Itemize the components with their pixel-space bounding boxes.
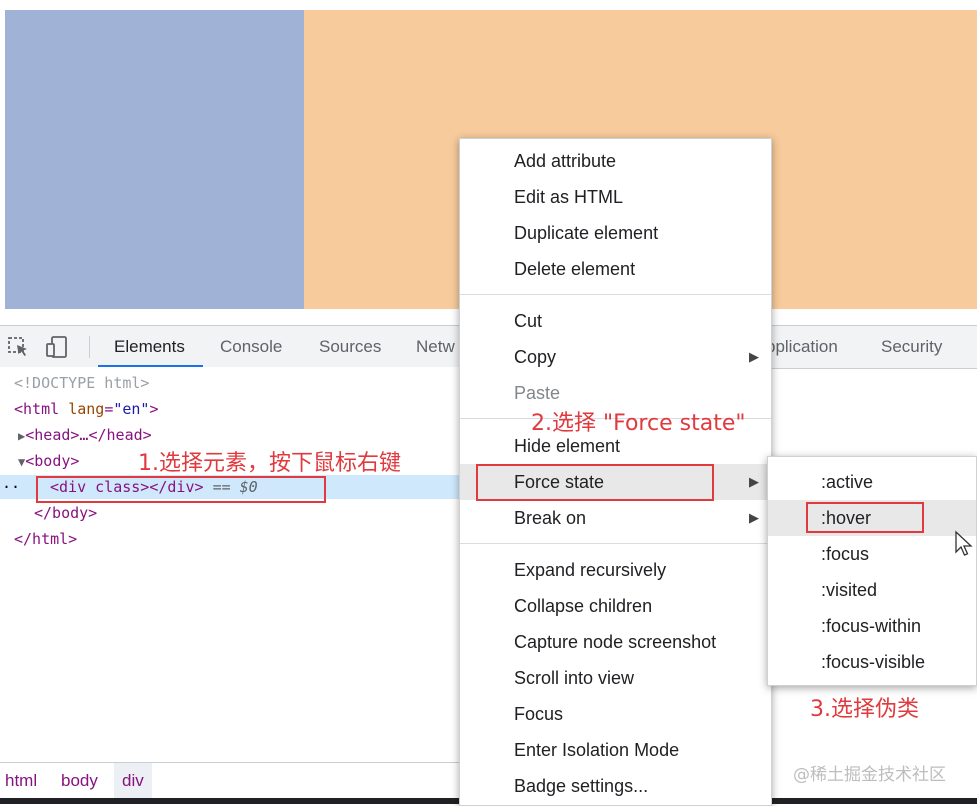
html-lang-attr: lang xyxy=(68,400,105,418)
watermark: @稀土掘金技术社区 xyxy=(793,765,946,785)
menu-item-focus[interactable]: Focus xyxy=(460,696,771,732)
menu-item-cut[interactable]: Cut xyxy=(460,303,771,339)
html-open-line[interactable]: <html lang="en"> xyxy=(14,398,159,420)
mouse-cursor-icon xyxy=(954,530,974,562)
menu-item-edit-as-html[interactable]: Edit as HTML xyxy=(460,179,771,215)
doctype-line[interactable]: <!DOCTYPE html> xyxy=(14,372,149,394)
inspect-element-icon[interactable] xyxy=(6,335,30,359)
tab-elements[interactable]: Elements xyxy=(114,326,185,368)
menu-item-copy[interactable]: Copy ▶ xyxy=(460,339,771,375)
annotation-step-2: 2.选择 "Force state" xyxy=(531,411,746,436)
submenu-item-focus[interactable]: :focus xyxy=(768,536,976,572)
html-open-tag: <html xyxy=(14,400,60,418)
body-open-tag: <body> xyxy=(25,452,80,470)
submenu-item-visited[interactable]: :visited xyxy=(768,572,976,608)
menu-item-break-on-label: Break on xyxy=(514,508,587,528)
breadcrumb-div[interactable]: div xyxy=(114,763,152,799)
menu-item-delete-element[interactable]: Delete element xyxy=(460,251,771,287)
tab-sources[interactable]: Sources xyxy=(319,326,381,368)
device-toolbar-icon[interactable] xyxy=(45,335,69,359)
html-lang-value: "en" xyxy=(113,400,150,418)
menu-item-scroll-into-view[interactable]: Scroll into view xyxy=(460,660,771,696)
annotation-step-3: 3.选择伪类 xyxy=(810,697,919,722)
force-state-submenu: :active :hover :focus :visited :focus-wi… xyxy=(767,456,977,686)
tab-application[interactable]: pplication xyxy=(766,326,838,368)
annotation-box-hover xyxy=(806,502,924,533)
body-open-line[interactable]: ▼<body> xyxy=(18,450,79,472)
head-tag: <head>…</head> xyxy=(25,426,152,444)
menu-item-duplicate-element[interactable]: Duplicate element xyxy=(460,215,771,251)
menu-item-break-on[interactable]: Break on ▶ xyxy=(460,500,771,536)
preview-blue-panel xyxy=(5,10,304,309)
submenu-arrow-icon: ▶ xyxy=(749,474,759,489)
menu-separator xyxy=(460,543,771,544)
body-close-line[interactable]: </body> xyxy=(34,502,97,524)
html-open-close: > xyxy=(149,400,159,418)
menu-item-badge-settings[interactable]: Badge settings... xyxy=(460,768,771,804)
head-line[interactable]: ▶<head>…</head> xyxy=(18,424,152,446)
menu-item-collapse-children[interactable]: Collapse children xyxy=(460,588,771,624)
menu-item-add-attribute[interactable]: Add attribute xyxy=(460,143,771,179)
toolbar-divider xyxy=(89,336,90,358)
annotation-box-force-state xyxy=(476,464,714,501)
breadcrumb: html body div xyxy=(0,762,460,799)
submenu-item-focus-within[interactable]: :focus-within xyxy=(768,608,976,644)
submenu-item-active[interactable]: :active xyxy=(768,464,976,500)
annotation-step-1: 1.选择元素，按下鼠标右键 xyxy=(138,451,401,476)
submenu-item-focus-visible[interactable]: :focus-visible xyxy=(768,644,976,680)
elements-dom-tree: <!DOCTYPE html> <html lang="en"> ▶<head>… xyxy=(0,367,460,762)
tab-network[interactable]: Netw xyxy=(416,326,455,368)
tab-security[interactable]: Security xyxy=(881,326,942,368)
menu-item-expand-recursively[interactable]: Expand recursively xyxy=(460,552,771,588)
div-row-marker: ·· xyxy=(2,478,21,496)
html-close-line[interactable]: </html> xyxy=(14,528,77,550)
menu-item-copy-label: Copy xyxy=(514,347,557,367)
submenu-arrow-icon: ▶ xyxy=(749,349,759,364)
menu-item-enter-isolation-mode[interactable]: Enter Isolation Mode xyxy=(460,732,771,768)
menu-item-capture-node-screenshot[interactable]: Capture node screenshot xyxy=(460,624,771,660)
submenu-arrow-icon: ▶ xyxy=(749,510,759,525)
tab-console[interactable]: Console xyxy=(220,326,282,368)
breadcrumb-body[interactable]: body xyxy=(61,763,98,799)
annotation-box-div xyxy=(36,476,326,503)
breadcrumb-html[interactable]: html xyxy=(5,763,37,799)
menu-separator xyxy=(460,294,771,295)
